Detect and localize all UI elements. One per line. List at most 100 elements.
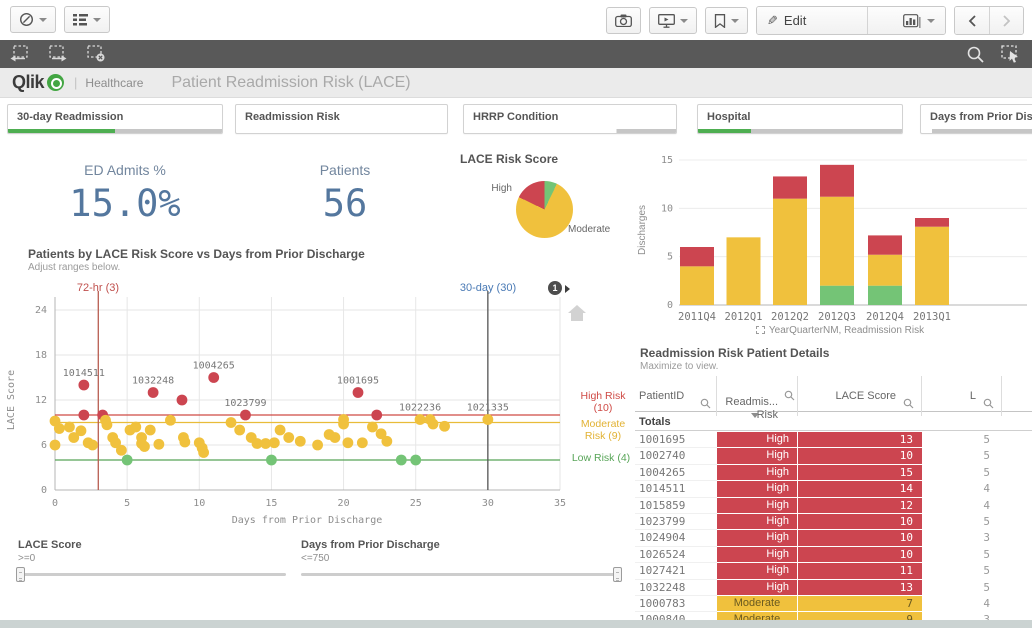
scatter-point[interactable] [396, 455, 407, 466]
risk-cell[interactable]: High [717, 465, 797, 480]
days-slider-track[interactable] [301, 573, 621, 576]
lace-score-slider-track[interactable] [18, 573, 286, 576]
lace-score-cell[interactable]: 11 [798, 563, 922, 578]
patient-id-cell[interactable]: 1000783 [639, 597, 685, 610]
scatter-point[interactable] [198, 447, 209, 458]
filter-hospital[interactable]: Hospital [697, 104, 903, 134]
scatter-point[interactable] [357, 437, 368, 448]
filter-readmission-risk[interactable]: Readmission Risk [235, 104, 448, 134]
sheet-list-button[interactable] [64, 6, 110, 33]
patient-id-cell[interactable]: 1026524 [639, 548, 685, 561]
bar-segment[interactable] [727, 237, 761, 305]
discharges-bar-chart[interactable]: 0510152011Q42012Q12012Q22012Q32012Q42013… [635, 148, 1032, 328]
selections-tool-button[interactable] [1000, 45, 1024, 63]
risk-cell[interactable]: High [717, 448, 797, 463]
scatter-point[interactable] [338, 419, 349, 430]
lace-score-slider-handle[interactable] [16, 567, 25, 582]
scatter-point[interactable] [410, 455, 421, 466]
bookmark-button[interactable] [705, 7, 748, 34]
scatter-point[interactable] [54, 423, 65, 434]
column-header-lace-score[interactable]: LACE Score [798, 380, 922, 412]
scatter-point[interactable] [153, 439, 164, 450]
patient-id-cell[interactable]: 1015859 [639, 499, 685, 512]
lace-score-cell[interactable]: 12 [798, 498, 922, 513]
scatter-point[interactable] [78, 410, 89, 421]
scatter-point[interactable] [367, 422, 378, 433]
table-row[interactable]: 1027421High115 [635, 563, 1032, 579]
step-back-selection-button[interactable] [10, 45, 34, 63]
scatter-point[interactable] [139, 441, 150, 452]
scatter-point[interactable] [130, 422, 141, 433]
step-forward-selection-button[interactable] [48, 45, 72, 63]
lace-score-cell[interactable]: 13 [798, 580, 922, 595]
scatter-point[interactable] [179, 437, 190, 448]
risk-cell[interactable]: High [717, 514, 797, 529]
table-row[interactable]: 1004265High155 [635, 465, 1032, 481]
chart-picker-button[interactable] [867, 7, 945, 34]
risk-cell[interactable]: High [717, 563, 797, 578]
scatter-point[interactable] [226, 417, 237, 428]
days-slider-handle[interactable] [613, 567, 622, 582]
scatter-point[interactable] [87, 440, 98, 451]
scatter-point[interactable] [381, 436, 392, 447]
patient-id-cell[interactable]: 1032248 [639, 581, 685, 594]
clear-selections-button[interactable] [86, 45, 110, 63]
risk-cell[interactable]: High [717, 547, 797, 562]
patient-id-cell[interactable]: 1002740 [639, 449, 685, 462]
bar-segment[interactable] [680, 247, 714, 266]
scatter-point[interactable] [177, 395, 188, 406]
scatter-point[interactable] [283, 432, 294, 443]
risk-cell[interactable]: High [717, 530, 797, 545]
table-row[interactable]: 1024904High103 [635, 530, 1032, 546]
bar-segment[interactable] [915, 227, 949, 305]
patient-id-cell[interactable]: 1004265 [639, 466, 685, 479]
scatter-point[interactable] [371, 410, 382, 421]
bar-segment[interactable] [773, 176, 807, 198]
table-row[interactable]: 1015859High124 [635, 498, 1032, 514]
lace-score-cell[interactable]: 10 [798, 514, 922, 529]
bar-segment[interactable] [868, 235, 902, 254]
bar-segment[interactable] [820, 197, 854, 286]
navigation-menu-button[interactable] [10, 6, 56, 33]
filter-days-from-prior-discharge[interactable]: Days from Prior Discharge [920, 104, 1032, 134]
scatter-point[interactable] [482, 414, 493, 425]
scatter-point[interactable] [295, 436, 306, 447]
scatter-point[interactable] [165, 415, 176, 426]
previous-sheet-button[interactable] [955, 7, 989, 34]
table-row[interactable]: 1002740High105 [635, 448, 1032, 464]
lace-score-cell[interactable]: 10 [798, 530, 922, 545]
filter-hrrp-condition[interactable]: HRRP Condition [463, 104, 677, 134]
scatter-point[interactable] [234, 425, 245, 436]
risk-cell[interactable]: High [717, 498, 797, 513]
bar-segment[interactable] [868, 286, 902, 305]
lace-risk-pie-chart[interactable] [516, 181, 573, 238]
bar-segment[interactable] [820, 165, 854, 197]
patient-id-cell[interactable]: 1027421 [639, 564, 685, 577]
risk-cell[interactable]: High [717, 580, 797, 595]
scatter-point[interactable] [353, 387, 364, 398]
scatter-point[interactable] [50, 440, 61, 451]
scatter-point[interactable] [64, 422, 75, 433]
smart-search-button[interactable] [966, 45, 990, 63]
lace-score-cell[interactable]: 14 [798, 481, 922, 496]
column-header-l[interactable]: L [922, 380, 1002, 412]
table-row[interactable]: 1026524High105 [635, 547, 1032, 563]
lace-score-cell[interactable]: 7 [798, 596, 922, 611]
table-row[interactable]: 1001695High135 [635, 432, 1032, 448]
table-row[interactable]: 1023799High105 [635, 514, 1032, 530]
scatter-point[interactable] [145, 425, 156, 436]
scatter-point[interactable] [439, 421, 450, 432]
scatter-point[interactable] [116, 445, 127, 456]
scatter-point[interactable] [240, 410, 251, 421]
scatter-point[interactable] [330, 432, 341, 443]
lace-score-cell[interactable]: 15 [798, 465, 922, 480]
scatter-point[interactable] [102, 419, 113, 430]
scatter-point[interactable] [122, 455, 133, 466]
scatter-point[interactable] [275, 425, 286, 436]
column-header-readmission-risk[interactable]: Readmis... Risk [717, 380, 798, 412]
scatter-point[interactable] [428, 419, 439, 430]
filter-30-day-readmission[interactable]: 30-day Readmission [7, 104, 223, 134]
lace-score-cell[interactable]: 10 [798, 547, 922, 562]
scatter-point[interactable] [343, 437, 354, 448]
storytelling-button[interactable] [649, 7, 697, 34]
